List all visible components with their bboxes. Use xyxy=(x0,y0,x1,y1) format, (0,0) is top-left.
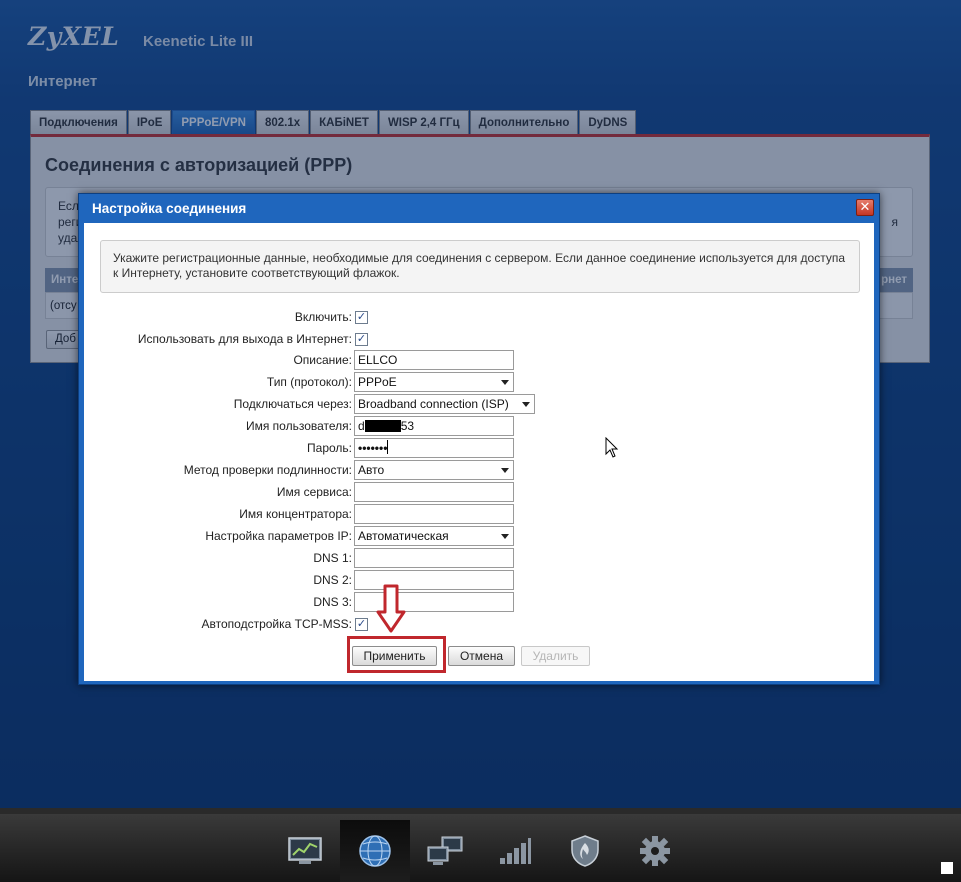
connection-settings-dialog: Настройка соединения ✕ Укажите регистрац… xyxy=(78,193,880,685)
ip-settings-row: Настройка параметров IP: Автоматическая xyxy=(84,526,874,546)
auth-method-row: Метод проверки подлинности: Авто xyxy=(84,460,874,480)
taskbar-monitor[interactable] xyxy=(270,820,340,882)
taskbar-internet[interactable] xyxy=(340,820,410,882)
taskbar-security[interactable] xyxy=(550,820,620,882)
chevron-down-icon xyxy=(501,468,509,473)
info-message: Укажите регистрационные данные, необходи… xyxy=(100,240,860,293)
dns1-row: DNS 1: xyxy=(84,548,874,568)
connect-via-label: Подключаться через: xyxy=(233,397,352,411)
globe-icon xyxy=(359,835,391,867)
password-label: Пароль: xyxy=(307,441,352,455)
protocol-select[interactable]: PPPoE xyxy=(354,372,514,392)
tcp-mss-checkbox[interactable]: ✓ xyxy=(355,618,368,631)
description-input[interactable]: ELLCO xyxy=(354,350,514,370)
dns2-label: DNS 2: xyxy=(313,573,352,587)
dns1-label: DNS 1: xyxy=(313,551,352,565)
auth-method-select[interactable]: Авто xyxy=(354,460,514,480)
chevron-down-icon xyxy=(501,534,509,539)
concentrator-row: Имя концентратора: xyxy=(84,504,874,524)
tcp-mss-row: Автоподстройка TCP-MSS: ✓ xyxy=(84,614,874,634)
auth-method-label: Метод проверки подлинности: xyxy=(183,463,352,477)
close-icon[interactable]: ✕ xyxy=(856,199,874,216)
service-name-input[interactable] xyxy=(354,482,514,502)
connect-via-select[interactable]: Broadband connection (ISP) xyxy=(354,394,535,414)
dialog-body: Укажите регистрационные данные, необходи… xyxy=(84,223,874,681)
gear-icon xyxy=(640,836,670,866)
ip-settings-label: Настройка параметров IP: xyxy=(205,529,352,543)
dialog-title: Настройка соединения xyxy=(92,201,247,216)
chevron-down-icon xyxy=(522,402,530,407)
enable-checkbox[interactable]: ✓ xyxy=(355,311,368,324)
use-internet-checkbox[interactable]: ✓ xyxy=(355,333,368,346)
taskbar-home-network[interactable] xyxy=(410,820,480,882)
use-internet-label: Использовать для выхода в Интернет: xyxy=(137,332,352,346)
chevron-down-icon xyxy=(501,380,509,385)
protocol-value: PPPoE xyxy=(358,375,397,389)
service-name-label: Имя сервиса: xyxy=(276,485,352,499)
taskbar xyxy=(0,808,961,882)
monitor-chart-icon xyxy=(288,837,322,864)
concentrator-label: Имя концентратора: xyxy=(239,507,352,521)
tcp-mss-label: Автоподстройка TCP-MSS: xyxy=(201,617,352,631)
concentrator-input[interactable] xyxy=(354,504,514,524)
signal-bars-icon xyxy=(500,838,531,864)
connect-via-row: Подключаться через: Broadband connection… xyxy=(84,394,874,414)
use-internet-row: Использовать для выхода в Интернет: ✓ xyxy=(84,329,874,349)
connect-via-value: Broadband connection (ISP) xyxy=(358,397,509,411)
enable-row: Включить: ✓ xyxy=(84,307,874,327)
password-value: ••••••• xyxy=(358,441,388,455)
username-value-start: d xyxy=(358,419,365,433)
username-input[interactable]: d 53 xyxy=(354,416,514,436)
service-name-row: Имя сервиса: xyxy=(84,482,874,502)
cancel-button[interactable]: Отмена xyxy=(448,646,515,666)
dns1-input[interactable] xyxy=(354,548,514,568)
auth-method-value: Авто xyxy=(358,463,385,477)
annotation-arrow-icon xyxy=(376,584,406,633)
redaction-block xyxy=(364,420,401,432)
enable-label: Включить: xyxy=(294,310,352,324)
taskbar-wifi[interactable] xyxy=(480,820,550,882)
network-computers-icon xyxy=(427,836,463,865)
shield-icon xyxy=(571,835,599,867)
password-row: Пароль: ••••••• xyxy=(84,438,874,458)
ip-settings-value: Автоматическая xyxy=(358,529,449,543)
apply-button-highlight xyxy=(347,636,446,673)
dns3-label: DNS 3: xyxy=(313,595,352,609)
corner-square-icon xyxy=(941,862,953,874)
username-value-end: 53 xyxy=(400,419,415,433)
delete-button[interactable]: Удалить xyxy=(521,646,590,666)
username-label: Имя пользователя: xyxy=(245,419,352,433)
mouse-cursor-icon xyxy=(605,437,619,458)
ip-settings-select[interactable]: Автоматическая xyxy=(354,526,514,546)
protocol-row: Тип (протокол): PPPoE xyxy=(84,372,874,392)
description-label: Описание: xyxy=(293,353,352,367)
taskbar-settings[interactable] xyxy=(620,820,690,882)
dns3-row: DNS 3: xyxy=(84,592,874,612)
text-caret xyxy=(387,440,389,454)
dns2-row: DNS 2: xyxy=(84,570,874,590)
protocol-label: Тип (протокол): xyxy=(266,375,352,389)
password-input[interactable]: ••••••• xyxy=(354,438,514,458)
description-row: Описание: ELLCO xyxy=(84,350,874,370)
username-row: Имя пользователя: d 53 xyxy=(84,416,874,436)
